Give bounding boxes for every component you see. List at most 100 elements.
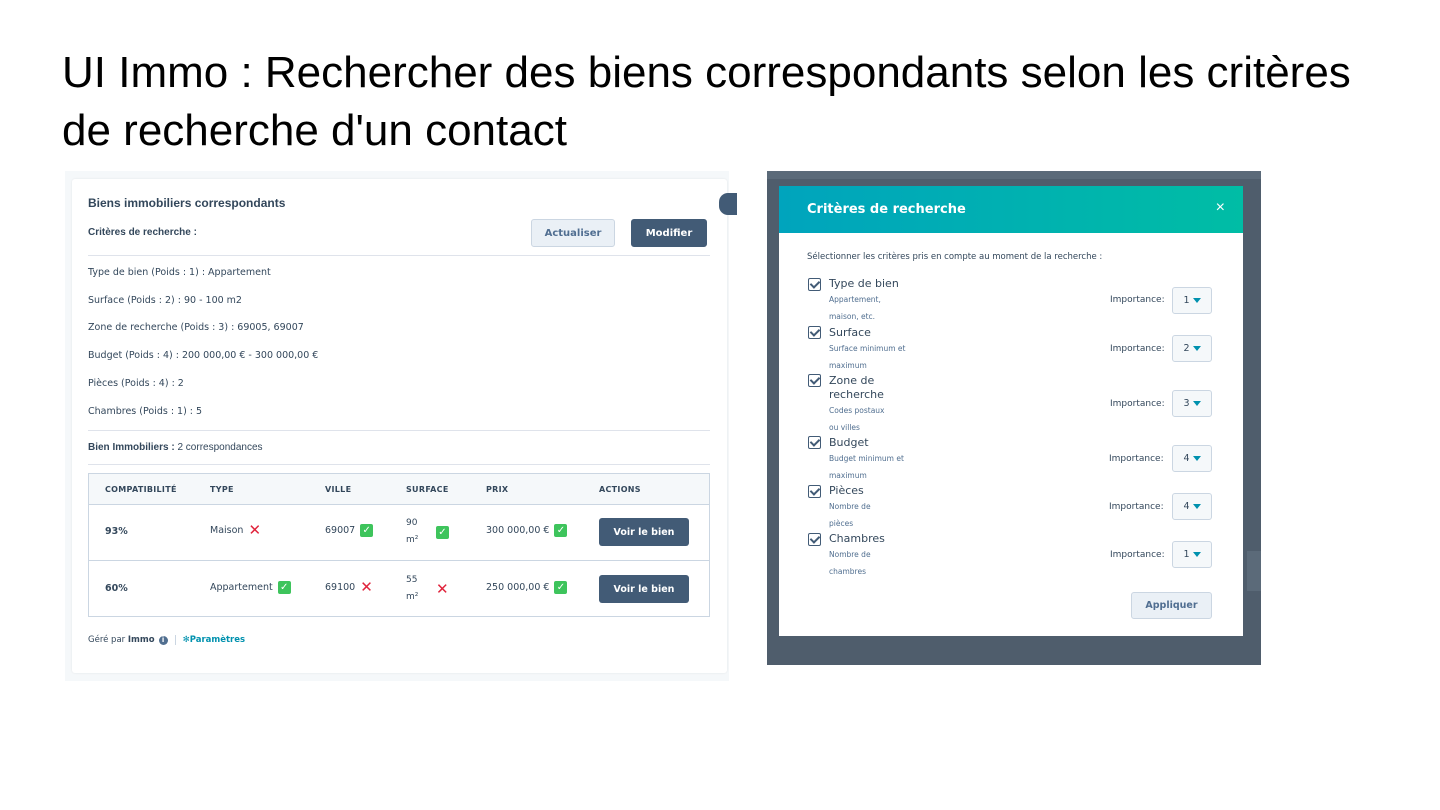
checkbox-rooms[interactable] bbox=[808, 485, 821, 498]
surface-cell: 55 m² ✕ bbox=[406, 572, 449, 606]
price-value: 300 000,00 € bbox=[486, 525, 550, 536]
importance-value: 1 bbox=[1183, 295, 1190, 306]
col-compatibility[interactable]: COMPATIBILITÉ bbox=[105, 485, 177, 494]
managed-by-label: Géré par bbox=[88, 635, 126, 645]
compatibility-value: 93% bbox=[105, 526, 128, 537]
criterion-desc: Nombre de pièces bbox=[829, 502, 871, 528]
divider bbox=[88, 464, 710, 465]
surface-unit: m² bbox=[406, 592, 419, 602]
criterion-budget: Budget (Poids : 4) : 200 000,00 € - 300 … bbox=[88, 350, 319, 361]
criterion-name: Zone de recherche bbox=[829, 374, 884, 401]
col-surface[interactable]: SURFACE bbox=[406, 485, 449, 494]
divider bbox=[88, 255, 710, 256]
search-criteria-modal: Critères de recherche × Sélectionner les… bbox=[779, 186, 1243, 636]
criterion-surface: Surface (Poids : 2) : 90 - 100 m2 bbox=[88, 295, 242, 306]
importance-label: Importance: bbox=[1109, 502, 1164, 512]
apply-button[interactable]: Appliquer bbox=[1131, 592, 1212, 619]
caret-down-icon bbox=[1192, 298, 1201, 303]
type-cell: Maison ✕ bbox=[210, 523, 261, 538]
criterion-type: Type de bien (Poids : 1) : Appartement bbox=[88, 267, 271, 278]
importance-label: Importance: bbox=[1110, 295, 1165, 305]
importance-label: Importance: bbox=[1110, 399, 1165, 409]
col-price[interactable]: PRIX bbox=[486, 485, 508, 494]
criterion-desc: Appartement, maison, etc. bbox=[829, 295, 881, 321]
surface-number: 90 bbox=[406, 518, 418, 528]
surface-cell: 90 m² ✓ bbox=[406, 515, 449, 549]
card-title: Biens immobiliers correspondants bbox=[88, 196, 286, 210]
col-city[interactable]: VILLE bbox=[325, 485, 351, 494]
criterion-desc: Codes postaux ou villes bbox=[829, 406, 885, 432]
col-actions: ACTIONS bbox=[599, 485, 641, 494]
surface-number: 55 bbox=[406, 575, 418, 585]
importance-value: 2 bbox=[1183, 343, 1190, 354]
importance-select[interactable]: 1 bbox=[1172, 287, 1212, 314]
criteria-label: Critères de recherche : bbox=[88, 227, 197, 238]
criterion-desc: Nombre de chambres bbox=[829, 550, 871, 576]
refresh-button[interactable]: Actualiser bbox=[531, 219, 615, 247]
type-value: Appartement bbox=[210, 582, 273, 593]
importance-value: 3 bbox=[1183, 398, 1190, 409]
importance-label: Importance: bbox=[1110, 344, 1165, 354]
info-icon[interactable]: i bbox=[158, 635, 168, 645]
card-footer: Géré par Immo i ✻Paramètres bbox=[88, 635, 245, 645]
results-label: Bien Immobiliers : bbox=[88, 442, 175, 453]
close-icon[interactable]: × bbox=[1216, 199, 1225, 217]
slide-title: UI Immo : Rechercher des biens correspon… bbox=[62, 48, 1351, 155]
caret-down-icon bbox=[1192, 504, 1201, 509]
table-row: 60% Appartement ✓ 69100 ✕ 55 m² ✕ 250 000,00… bbox=[89, 562, 709, 618]
side-panel-tab[interactable] bbox=[719, 193, 737, 215]
criterion-name: Budget bbox=[829, 436, 869, 449]
checkbox-budget[interactable] bbox=[808, 436, 821, 449]
check-icon: ✓ bbox=[554, 581, 568, 594]
background-strip bbox=[1247, 551, 1261, 591]
settings-label: Paramètres bbox=[189, 635, 246, 645]
results-count: 2 correspondances bbox=[177, 442, 263, 453]
importance-value: 1 bbox=[1183, 549, 1190, 560]
criterion-name: Surface bbox=[829, 326, 871, 339]
table-row: 93% Maison ✕ 69007 ✓ 90 m² ✓ 300 000,00 € ✓ V… bbox=[89, 505, 709, 561]
criterion-desc: Surface minimum et maximum bbox=[829, 344, 906, 370]
col-type[interactable]: TYPE bbox=[210, 485, 234, 494]
modal-header: Critères de recherche × bbox=[779, 186, 1243, 233]
criterion-name: Pièces bbox=[829, 484, 864, 497]
type-cell: Appartement ✓ bbox=[210, 581, 291, 594]
criterion-name: Type de bien bbox=[829, 277, 899, 290]
price-cell: 300 000,00 € ✓ bbox=[486, 524, 568, 537]
importance-select[interactable]: 4 bbox=[1172, 493, 1212, 520]
settings-link[interactable]: ✻Paramètres bbox=[183, 635, 246, 645]
cross-icon: ✕ bbox=[436, 579, 449, 598]
surface-unit: m² bbox=[406, 535, 419, 545]
compatibility-value: 60% bbox=[105, 583, 128, 594]
cross-icon: ✕ bbox=[360, 578, 373, 596]
matching-properties-card: Biens immobiliers correspondants Critère… bbox=[72, 179, 727, 673]
criterion-zone: Zone de recherche (Poids : 3) : 69005, 6… bbox=[88, 322, 304, 333]
modal-overlay[interactable]: Critères de recherche × Sélectionner les… bbox=[767, 171, 1261, 665]
importance-select[interactable]: 2 bbox=[1172, 335, 1212, 362]
view-property-button[interactable]: Voir le bien bbox=[599, 518, 689, 546]
caret-down-icon bbox=[1192, 401, 1201, 406]
divider bbox=[88, 430, 710, 431]
criterion-rooms: Pièces (Poids : 4) : 2 bbox=[88, 378, 184, 389]
brand-name: Immo bbox=[127, 635, 155, 645]
check-icon: ✓ bbox=[554, 524, 568, 537]
edit-button[interactable]: Modifier bbox=[631, 219, 707, 247]
city-value: 69007 bbox=[325, 525, 356, 536]
type-value: Maison bbox=[210, 525, 244, 536]
importance-label: Importance: bbox=[1110, 550, 1165, 560]
checkbox-type[interactable] bbox=[808, 278, 821, 291]
importance-select[interactable]: 3 bbox=[1172, 390, 1212, 417]
modal-intro: Sélectionner les critères pris en compte… bbox=[807, 252, 1103, 262]
checkbox-surface[interactable] bbox=[808, 326, 821, 339]
criterion-desc: Budget minimum et maximum bbox=[829, 454, 904, 480]
checkbox-zone[interactable] bbox=[808, 374, 821, 387]
importance-select[interactable]: 1 bbox=[1172, 541, 1212, 568]
modal-title: Critères de recherche bbox=[807, 202, 966, 217]
importance-select[interactable]: 4 bbox=[1172, 445, 1212, 472]
caret-down-icon bbox=[1192, 552, 1201, 557]
surface-value: 90 m² bbox=[406, 515, 422, 549]
check-icon: ✓ bbox=[277, 581, 291, 594]
matching-properties-panel: Biens immobiliers correspondants Critère… bbox=[65, 171, 729, 681]
view-property-button[interactable]: Voir le bien bbox=[599, 575, 689, 603]
checkbox-bedrooms[interactable] bbox=[808, 533, 821, 546]
surface-value: 55 m² bbox=[406, 572, 422, 606]
